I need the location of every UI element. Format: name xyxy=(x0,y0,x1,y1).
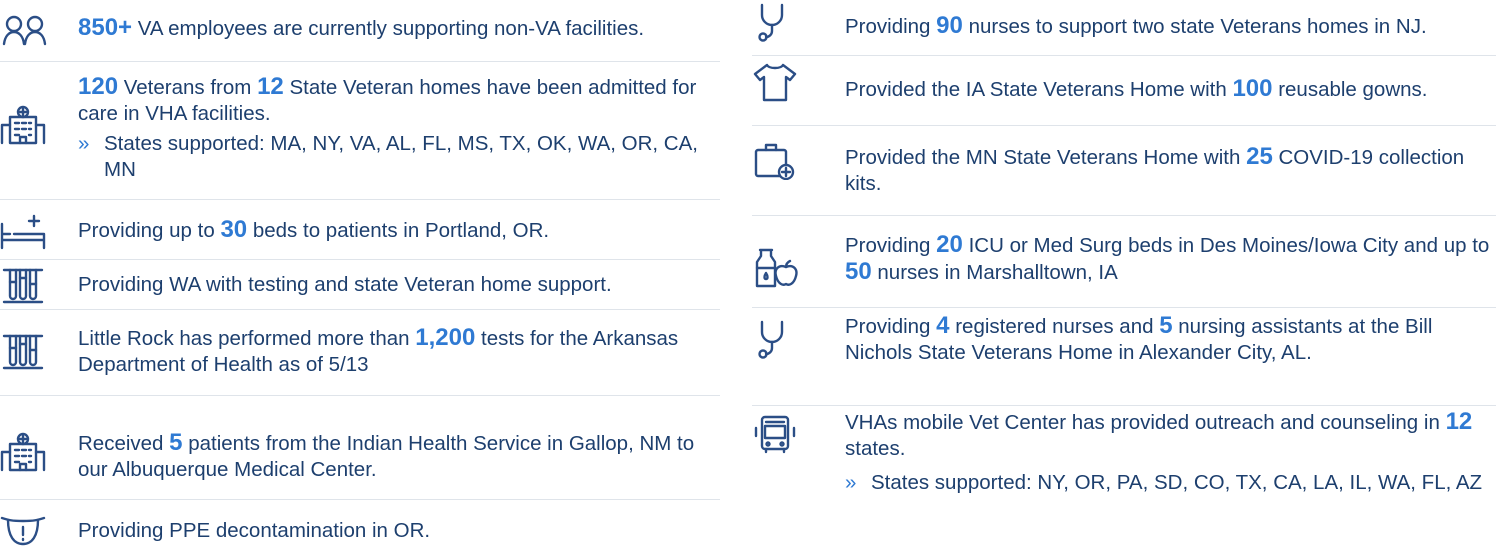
item-text: Little Rock has performed more than 1,20… xyxy=(78,324,679,377)
list-item-nurses-nj: Providing 90 nurses to support two state… xyxy=(752,0,1496,56)
stat-number: 5 xyxy=(169,429,183,456)
item-text: Providing PPE decontamination in OR. xyxy=(78,519,431,542)
hospital-icon xyxy=(0,432,46,472)
food-supplies-icon xyxy=(752,248,798,288)
stat-number: 20 xyxy=(936,231,963,258)
stat-number: 5 xyxy=(1159,312,1173,339)
stat-number: 850+ xyxy=(78,14,133,41)
stat-number: 50 xyxy=(845,258,872,285)
list-item-gowns: Provided the IA State Veterans Home with… xyxy=(752,56,1496,126)
item-text: Provided the IA State Veterans Home with… xyxy=(845,75,1428,102)
item-text: Providing 4 registered nurses and 5 nurs… xyxy=(845,312,1433,365)
stat-number: 12 xyxy=(1445,408,1473,435)
bullet-marker: » xyxy=(78,132,90,155)
item-text: Providing 90 nurses to support two state… xyxy=(845,12,1427,39)
item-text: Received 5 patients from the Indian Heal… xyxy=(78,429,695,482)
bullet-marker: » xyxy=(845,471,857,494)
stethoscope-icon xyxy=(756,320,792,360)
item-text: Provided the MN State Veterans Home with… xyxy=(845,143,1465,196)
list-item-ppe: Providing PPE decontamination in OR. xyxy=(0,500,720,546)
item-text: Providing up to 30 beds to patients in P… xyxy=(78,216,550,243)
list-item-testing: Providing WA with testing and state Vete… xyxy=(0,260,720,310)
item-text: Providing WA with testing and state Vete… xyxy=(78,273,612,296)
list-item-veterans: 120 Veterans from 12 State Veteran homes… xyxy=(0,62,720,200)
list-item-received: Received 5 patients from the Indian Heal… xyxy=(0,396,720,500)
list-item-alabama: Providing 4 registered nurses and 5 nurs… xyxy=(752,308,1496,406)
stat-number: 120 xyxy=(78,73,119,100)
list-item-beds: Providing up to 30 beds to patients in P… xyxy=(0,200,720,260)
list-item-icu: Providing 20 ICU or Med Surg beds in Des… xyxy=(752,216,1496,308)
stat-number: 30 xyxy=(220,216,248,243)
hospital-bed-icon xyxy=(0,212,46,252)
people-icon xyxy=(2,12,48,52)
list-item-little-rock: Little Rock has performed more than 1,20… xyxy=(0,310,720,396)
stethoscope-icon xyxy=(756,3,792,43)
list-item-employees: 850+ VA employees are currently supporti… xyxy=(0,0,720,62)
states-supported: » States supported: MA, NY, VA, AL, FL, M… xyxy=(78,132,698,181)
item-text: 850+ VA employees are currently supporti… xyxy=(78,14,645,41)
stat-number: 90 xyxy=(936,12,963,39)
item-text: 120 Veterans from 12 State Veteran homes… xyxy=(78,74,720,183)
item-text: Providing 20 ICU or Med Surg beds in Des… xyxy=(845,231,1490,285)
states-supported: » States supported: NY, OR, PA, SD, CO, T… xyxy=(845,471,1483,494)
stat-number: 1,200 xyxy=(415,324,476,351)
stat-number: 12 xyxy=(257,73,284,100)
item-text: VHAs mobile Vet Center has provided outr… xyxy=(845,409,1496,496)
gown-icon xyxy=(752,62,798,102)
list-item-mobile-vet-center: VHAs mobile Vet Center has provided outr… xyxy=(752,406,1496,545)
stat-number: 25 xyxy=(1246,143,1273,170)
list-item-kits: Provided the MN State Veterans Home with… xyxy=(752,126,1496,216)
stat-number: 100 xyxy=(1232,75,1273,102)
medical-kit-icon xyxy=(752,140,798,181)
face-mask-icon xyxy=(0,512,46,552)
bus-icon xyxy=(752,414,798,454)
stat-number: 4 xyxy=(936,312,950,339)
test-tubes-icon xyxy=(0,266,46,306)
test-tubes-icon xyxy=(0,332,46,372)
hospital-icon xyxy=(0,105,46,145)
